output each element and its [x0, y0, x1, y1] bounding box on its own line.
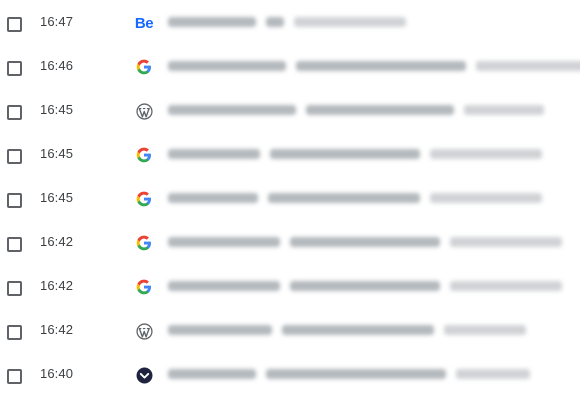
- page-title-blurred[interactable]: [168, 236, 562, 248]
- history-row[interactable]: 16:42: [0, 222, 580, 266]
- select-checkbox[interactable]: [7, 105, 22, 120]
- wordpress-icon: [135, 322, 153, 340]
- visit-time: 16:45: [40, 102, 74, 117]
- visit-time: 16:45: [40, 146, 74, 161]
- visit-time: 16:40: [40, 366, 74, 381]
- visit-time: 16:47: [40, 14, 74, 29]
- google-icon: [135, 234, 153, 252]
- history-row[interactable]: 16:40: [0, 354, 580, 398]
- google-icon: [135, 146, 153, 164]
- select-checkbox[interactable]: [7, 193, 22, 208]
- page-title-blurred[interactable]: [168, 280, 562, 292]
- visit-time: 16:42: [40, 278, 74, 293]
- visit-time: 16:42: [40, 234, 74, 249]
- history-row[interactable]: 16:42: [0, 266, 580, 310]
- select-checkbox[interactable]: [7, 17, 22, 32]
- select-checkbox[interactable]: [7, 369, 22, 384]
- pocket-style-icon: [135, 366, 153, 384]
- visit-time: 16:42: [40, 322, 74, 337]
- google-icon: [135, 278, 153, 296]
- select-checkbox[interactable]: [7, 149, 22, 164]
- page-title-blurred[interactable]: [168, 368, 530, 380]
- select-checkbox[interactable]: [7, 325, 22, 340]
- page-title-blurred[interactable]: [168, 148, 542, 160]
- select-checkbox[interactable]: [7, 281, 22, 296]
- page-title-blurred[interactable]: [168, 324, 526, 336]
- behance-icon: Be: [134, 14, 154, 32]
- wordpress-icon: [135, 102, 153, 120]
- google-icon: [135, 58, 153, 76]
- page-title-blurred[interactable]: [168, 16, 406, 28]
- select-checkbox[interactable]: [7, 237, 22, 252]
- google-icon: [135, 190, 153, 208]
- page-title-blurred[interactable]: [168, 60, 580, 72]
- history-row[interactable]: 16:42: [0, 310, 580, 354]
- history-row[interactable]: 16:45: [0, 90, 580, 134]
- page-title-blurred[interactable]: [168, 104, 544, 116]
- visit-time: 16:46: [40, 58, 74, 73]
- history-row[interactable]: 16:46: [0, 46, 580, 90]
- history-row[interactable]: 16:45: [0, 134, 580, 178]
- select-checkbox[interactable]: [7, 61, 22, 76]
- history-row[interactable]: 16:47 Be: [0, 2, 580, 46]
- visit-time: 16:45: [40, 190, 74, 205]
- page-title-blurred[interactable]: [168, 192, 542, 204]
- history-row[interactable]: 16:45: [0, 178, 580, 222]
